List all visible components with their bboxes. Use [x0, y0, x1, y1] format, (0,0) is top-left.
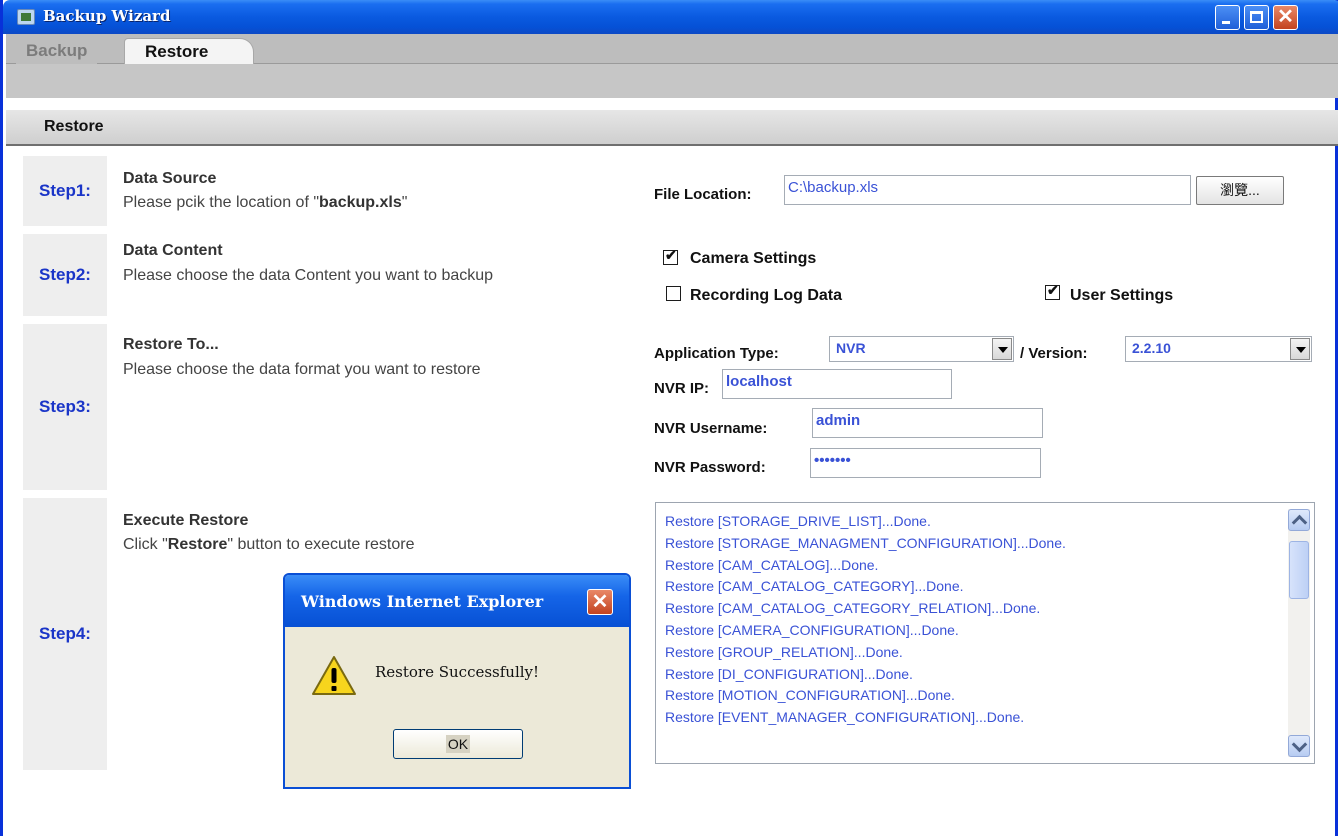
close-icon: ✕ [591, 591, 609, 613]
step4-desc-text: Click " [123, 536, 168, 553]
file-location-label: File Location: [654, 186, 752, 203]
user-settings-checkbox[interactable] [1045, 282, 1060, 300]
log-line: Restore [CAMERA_CONFIGURATION]...Done. [665, 621, 959, 638]
ok-button[interactable]: OK [393, 729, 523, 759]
application-type-label: Application Type: [654, 345, 779, 362]
log-lines: Restore [STORAGE_DRIVE_LIST]...Done. Res… [665, 511, 1066, 729]
step4-desc: Click "Restore" button to execute restor… [123, 536, 415, 554]
nvr-password-label: NVR Password: [654, 459, 766, 476]
close-button[interactable]: ✕ [1273, 5, 1298, 30]
dialog-title: Windows Internet Explorer [301, 592, 544, 611]
step2-desc: Please choose the data Content you want … [123, 267, 494, 284]
step4-desc-suffix: " button to execute restore [227, 536, 415, 553]
log-line: Restore [GROUP_RELATION]...Done. [665, 643, 903, 660]
minimize-button[interactable] [1215, 5, 1240, 30]
nvr-username-label: NVR Username: [654, 420, 768, 437]
step1-title: Data Source [123, 170, 217, 187]
camera-settings-label: Camera Settings [690, 250, 817, 267]
dialog-title-bar: Windows Internet Explorer ✕ [285, 575, 629, 627]
section-header-label: Restore [44, 118, 104, 135]
nvr-username-input[interactable]: admin [812, 408, 1043, 438]
log-line: Restore [MOTION_CONFIGURATION]...Done. [665, 687, 955, 704]
tab-restore[interactable]: Restore [124, 38, 254, 64]
app-icon [17, 9, 35, 25]
restore-log[interactable]: Restore [STORAGE_DRIVE_LIST]...Done. Res… [655, 502, 1315, 764]
log-line: Restore [CAM_CATALOG]...Done. [665, 556, 879, 573]
nvr-ip-input[interactable]: localhost [722, 369, 952, 399]
tab-backup[interactable]: Backup [16, 38, 98, 64]
warning-icon [312, 656, 356, 695]
minimize-icon [1222, 21, 1230, 24]
step2-label: Step2: [23, 234, 107, 316]
step2-title: Data Content [123, 242, 223, 259]
step1-desc-text: Please pcik the location of " [123, 194, 320, 211]
step3-desc: Please choose the data format you want t… [123, 361, 481, 378]
log-line: Restore [EVENT_MANAGER_CONFIGURATION]...… [665, 709, 1025, 726]
step1-desc: Please pcik the location of "backup.xls" [123, 194, 407, 212]
title-bar: Backup Wizard ✕ [3, 0, 1338, 34]
file-location-input[interactable]: C:\backup.xls [784, 175, 1191, 205]
application-type-value: NVR [836, 340, 866, 356]
tab-strip: Backup Restore [6, 34, 1338, 64]
step1-desc-bold: backup.xls [319, 194, 402, 211]
tab-bar: Backup Restore [6, 34, 1338, 98]
step3-title: Restore To... [123, 336, 219, 353]
log-line: Restore [CAM_CATALOG_CATEGORY_RELATION].… [665, 600, 1041, 617]
dialog-close-button[interactable]: ✕ [587, 589, 613, 615]
camera-settings-checkbox[interactable] [663, 247, 678, 265]
log-scrollbar[interactable] [1288, 509, 1310, 757]
alert-dialog: Windows Internet Explorer ✕ Restore Succ… [283, 573, 631, 789]
application-type-select[interactable]: NVR [829, 336, 1014, 362]
user-settings-label: User Settings [1070, 287, 1174, 304]
nvr-ip-label: NVR IP: [654, 380, 710, 397]
log-line: Restore [STORAGE_MANAGMENT_CONFIGURATION… [665, 534, 1066, 551]
recording-log-checkbox[interactable] [666, 286, 681, 301]
scroll-down-icon[interactable] [1288, 735, 1310, 757]
ok-button-label: OK [445, 735, 471, 753]
step4-label: Step4: [23, 498, 107, 770]
version-select[interactable]: 2.2.10 [1125, 336, 1312, 362]
scroll-thumb[interactable] [1289, 541, 1309, 599]
chevron-down-icon [1290, 338, 1310, 360]
maximize-icon [1250, 11, 1263, 23]
step4-desc-bold: Restore [167, 536, 228, 553]
log-line: Restore [STORAGE_DRIVE_LIST]...Done. [665, 513, 931, 529]
step3-label: Step3: [23, 324, 107, 490]
browse-button[interactable]: 瀏覽... [1196, 176, 1284, 205]
log-line: Restore [CAM_CATALOG_CATEGORY]...Done. [665, 578, 964, 595]
log-line: Restore [DI_CONFIGURATION]...Done. [665, 665, 913, 682]
nvr-password-input[interactable]: ••••••• [810, 448, 1041, 478]
step1-desc-suffix: " [401, 194, 408, 211]
step1-label: Step1: [23, 156, 107, 226]
version-value: 2.2.10 [1132, 340, 1171, 356]
recording-log-label: Recording Log Data [690, 287, 843, 304]
scroll-up-icon[interactable] [1288, 509, 1310, 531]
section-header: Restore [6, 110, 1338, 146]
close-icon: ✕ [1277, 6, 1294, 28]
maximize-button[interactable] [1244, 5, 1269, 30]
window-title: Backup Wizard [43, 7, 171, 25]
version-label: / Version: [1020, 345, 1088, 362]
chevron-down-icon [992, 338, 1012, 360]
dialog-message: Restore Successfully! [375, 663, 540, 681]
backup-wizard-window: Backup Wizard ✕ Backup Restore Restore S… [0, 0, 1338, 836]
step4-title: Execute Restore [123, 512, 249, 529]
